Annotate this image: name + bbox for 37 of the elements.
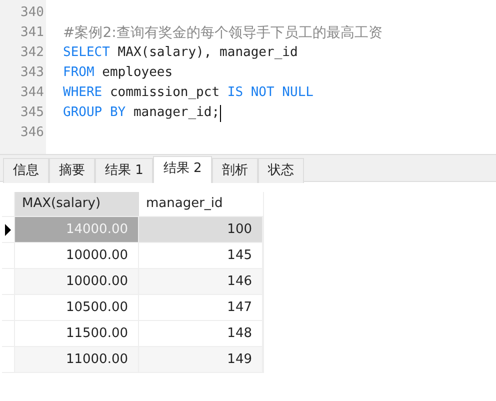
table-cell: 147 <box>139 295 263 320</box>
line-number: 344 <box>20 84 45 102</box>
code-text: MAX(salary), manager_id <box>116 44 298 62</box>
line-number: 340 <box>20 4 45 22</box>
result-tab[interactable]: 结果 2 <box>153 156 212 183</box>
sql-keyword: FROM <box>63 64 94 82</box>
table-cell: 10000.00 <box>15 269 139 294</box>
result-tab[interactable]: 状态 <box>258 158 304 183</box>
code-text: commission_pct <box>108 84 221 102</box>
result-tab[interactable]: 剖析 <box>212 158 258 183</box>
code-text: manager_id; <box>132 104 220 122</box>
table-cell: 146 <box>139 269 263 294</box>
table-cell: 149 <box>139 347 263 372</box>
table-cell: 100 <box>139 217 263 242</box>
line-number: 343 <box>20 64 45 82</box>
sql-keyword: WHERE <box>63 84 102 102</box>
result-tab[interactable]: 信息 <box>3 158 49 183</box>
line-number: 345 <box>20 104 45 122</box>
line-number: 341 <box>20 24 45 42</box>
table-cell: 14000.00 <box>15 217 139 242</box>
table-cell: 10000.00 <box>15 243 139 268</box>
line-number: 342 <box>20 44 45 62</box>
result-tab[interactable]: 摘要 <box>49 158 95 183</box>
code-text: employees <box>101 64 173 82</box>
result-tab[interactable]: 结果 1 <box>95 158 154 183</box>
table-cell: 11000.00 <box>15 347 139 372</box>
row-header[interactable] <box>2 217 15 242</box>
sql-keyword: GROUP BY <box>63 104 126 122</box>
table-cell: 10500.00 <box>15 295 139 320</box>
code-comment: #案例2:查询有奖金的每个领导手下员工的最高工资 <box>63 24 382 43</box>
table-cell: 145 <box>139 243 263 268</box>
sql-keyword: SELECT <box>63 44 110 62</box>
table-cell: 148 <box>139 321 263 346</box>
line-number: 346 <box>20 124 45 142</box>
column-header[interactable]: MAX(salary) <box>15 192 139 216</box>
table-cell: 11500.00 <box>15 321 139 346</box>
sql-keyword: IS NOT NULL <box>227 84 314 102</box>
